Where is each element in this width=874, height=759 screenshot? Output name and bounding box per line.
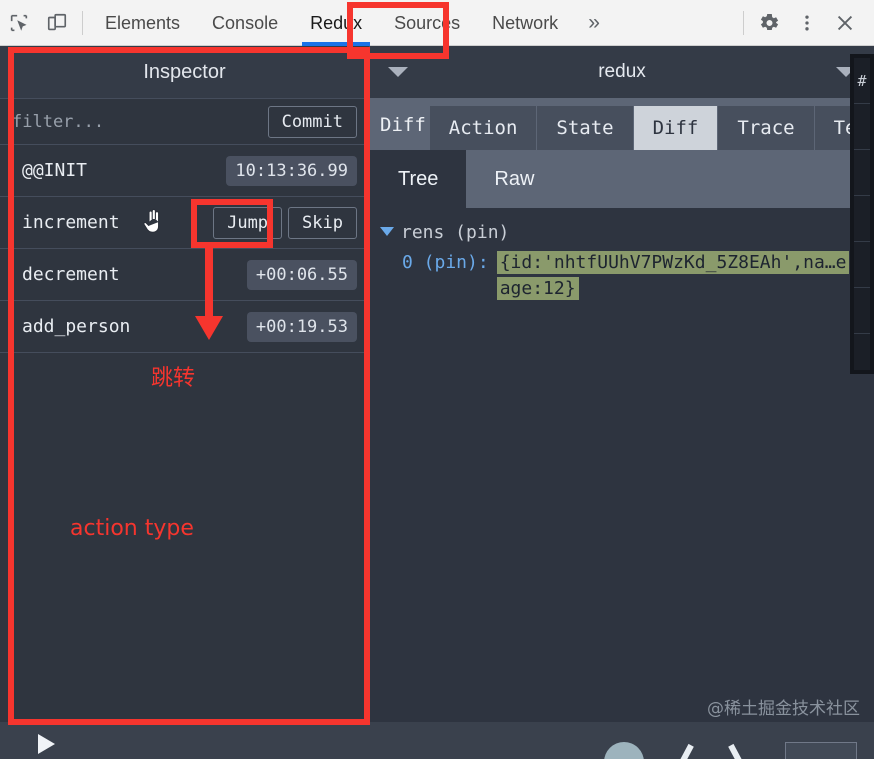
- action-name: decrement: [22, 264, 247, 285]
- play-icon[interactable]: [38, 734, 55, 754]
- gear-icon[interactable]: [750, 4, 788, 42]
- devtools-tab-strip: Elements Console Redux Sources Network »: [89, 0, 614, 46]
- tree-child-value-line-2: age:12}: [497, 277, 579, 300]
- action-name: @@INIT: [22, 160, 226, 181]
- tree-root-node[interactable]: rens (pin): [380, 220, 874, 246]
- action-timestamp: +00:19.53: [247, 312, 357, 342]
- filter-row: Commit: [0, 98, 369, 145]
- edge-drawer-panel[interactable]: #: [850, 54, 874, 374]
- redux-tab-diff[interactable]: Diff: [634, 106, 719, 150]
- edge-drawer-cell: [854, 104, 870, 150]
- edge-drawer-cell: [854, 196, 870, 242]
- inspector-title: Inspector: [0, 46, 369, 98]
- action-row-buttons: Jump Skip: [207, 207, 357, 239]
- tree-root-label: rens (pin): [401, 220, 509, 246]
- inspector-scrollbar[interactable]: [362, 353, 368, 722]
- redux-tab-action[interactable]: Action: [430, 106, 538, 150]
- devtools-toolbar: Elements Console Redux Sources Network »: [0, 0, 874, 46]
- view-tab-tree[interactable]: Tree: [370, 150, 466, 208]
- tab-network[interactable]: Network: [476, 0, 574, 46]
- redux-view-tab-strip: Tree Raw: [370, 150, 874, 208]
- bottom-input-box[interactable]: [785, 742, 857, 759]
- more-tabs-icon[interactable]: »: [574, 11, 614, 35]
- filter-input[interactable]: [12, 112, 268, 132]
- inspect-element-icon[interactable]: [0, 4, 38, 42]
- tree-child-value-line-1: {id:'nhtfUUhV7PWzKd_5Z8EAh',na…e: [497, 251, 850, 274]
- action-name: add_person: [22, 316, 247, 337]
- toolbar-right-controls: [737, 4, 874, 42]
- tab-console[interactable]: Console: [196, 0, 294, 46]
- edge-drawer-cell: [854, 288, 870, 334]
- slider-handle-left[interactable]: [678, 744, 694, 759]
- redux-tab-state[interactable]: State: [537, 106, 633, 150]
- redux-header: redux: [370, 46, 874, 98]
- skip-button[interactable]: Skip: [288, 207, 357, 239]
- action-name: increment: [22, 212, 207, 233]
- redux-tab-trace[interactable]: Trace: [718, 106, 814, 150]
- redux-title: redux: [370, 61, 874, 83]
- kebab-menu-icon[interactable]: [788, 4, 826, 42]
- close-icon[interactable]: [826, 4, 864, 42]
- chevron-down-icon-left[interactable]: [388, 67, 408, 77]
- device-toolbar-icon[interactable]: [38, 4, 76, 42]
- redux-leading-label: Diff: [374, 114, 430, 150]
- tab-redux[interactable]: Redux: [294, 0, 378, 46]
- action-row-add-person[interactable]: add_person +00:19.53: [0, 301, 369, 353]
- bottom-toolbar: [0, 722, 874, 759]
- toolbar-divider: [82, 11, 83, 35]
- tab-sources[interactable]: Sources: [378, 0, 476, 46]
- edge-drawer-cell: #: [854, 58, 870, 104]
- inspector-empty-area: [0, 353, 369, 722]
- inspector-panel: Inspector Commit @@INIT 10:13:36.99 incr…: [0, 46, 370, 722]
- toolbar-divider-2: [743, 11, 744, 35]
- action-timestamp: 10:13:36.99: [226, 156, 357, 186]
- view-tab-raw[interactable]: Raw: [466, 150, 562, 208]
- edge-drawer-cell: [854, 150, 870, 196]
- action-timestamp: +00:06.55: [247, 260, 357, 290]
- jump-button[interactable]: Jump: [213, 207, 282, 239]
- panels-container: Inspector Commit @@INIT 10:13:36.99 incr…: [0, 46, 874, 722]
- diff-tree-body: rens (pin) 0 (pin): {id:'nhtfUUhV7PWzKd_…: [370, 208, 874, 722]
- avatar-shape: [604, 742, 644, 759]
- tree-child-node[interactable]: 0 (pin): {id:'nhtfUUhV7PWzKd_5Z8EAh',na……: [380, 250, 874, 302]
- screenshot-root: Elements Console Redux Sources Network »: [0, 0, 874, 759]
- action-row-increment[interactable]: increment Jump Skip: [0, 197, 369, 249]
- commit-button[interactable]: Commit: [268, 106, 357, 138]
- tab-elements[interactable]: Elements: [89, 0, 196, 46]
- caret-down-icon[interactable]: [380, 227, 394, 236]
- tree-child-key: 0 (pin):: [402, 250, 489, 276]
- redux-panel: redux Diff Action State Diff Trace Test …: [370, 46, 874, 722]
- redux-tab-strip: Diff Action State Diff Trace Test: [370, 98, 874, 150]
- action-row-decrement[interactable]: decrement +00:06.55: [0, 249, 369, 301]
- edge-drawer-cell: [854, 242, 870, 288]
- action-row-init[interactable]: @@INIT 10:13:36.99: [0, 145, 369, 197]
- hand-cursor-icon: [142, 208, 164, 234]
- watermark: @稀土掘金技术社区: [707, 694, 860, 719]
- slider-handle-right[interactable]: [728, 744, 744, 759]
